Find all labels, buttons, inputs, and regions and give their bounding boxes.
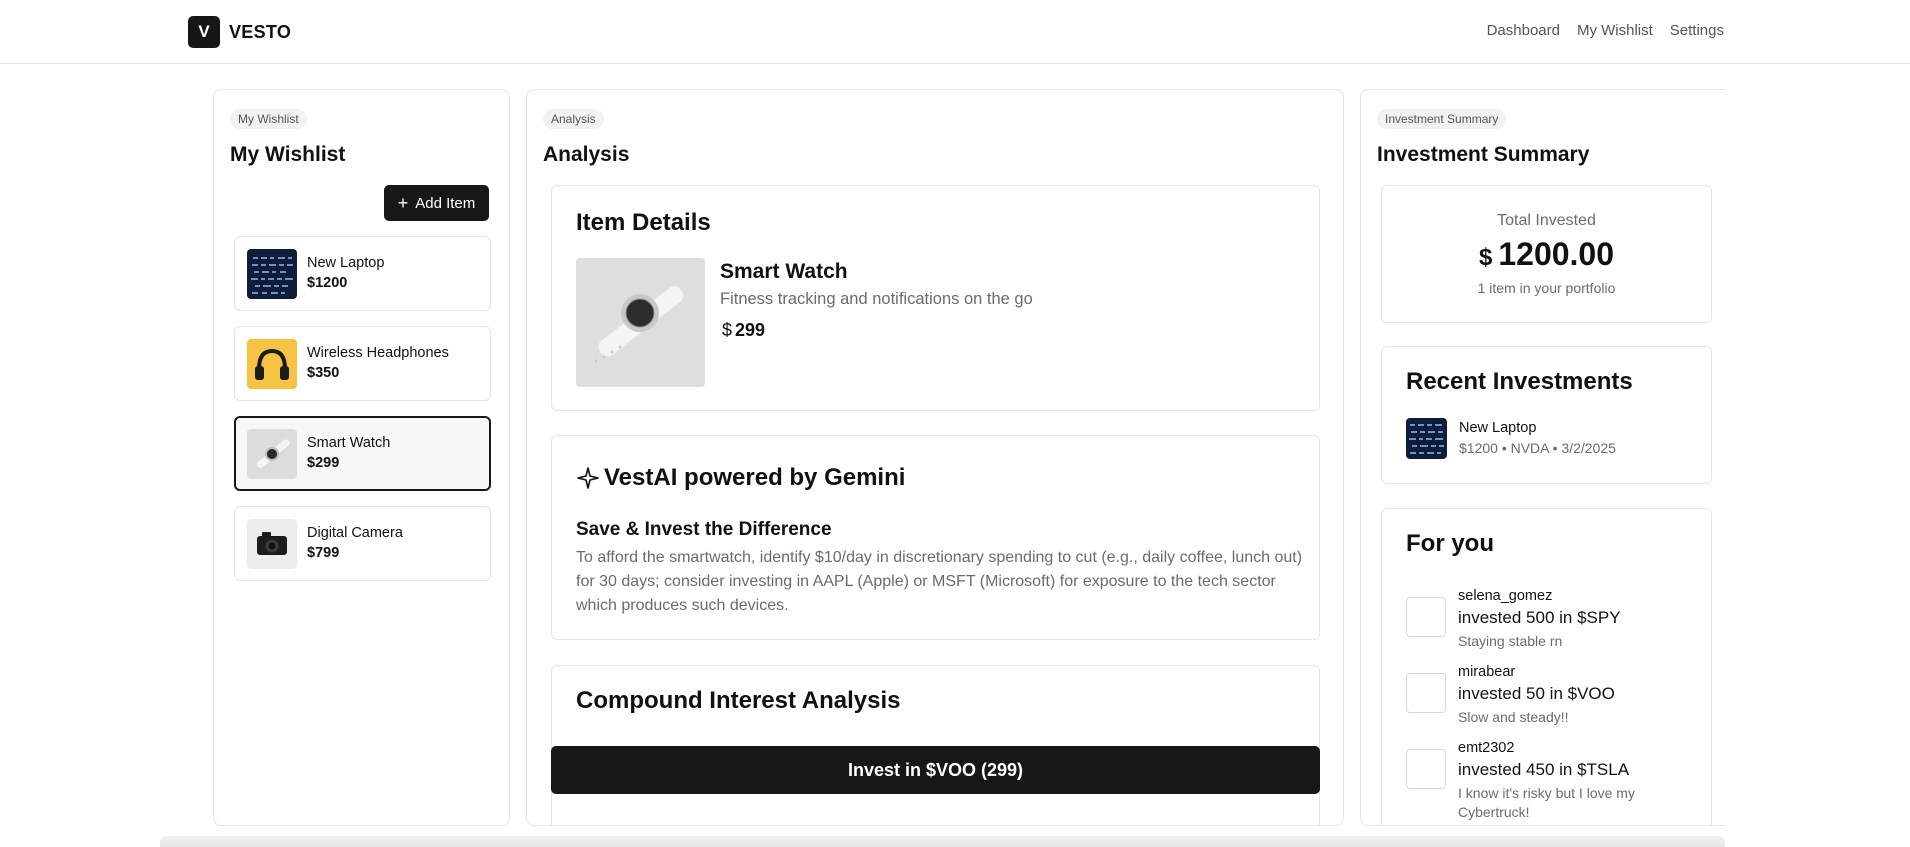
brand[interactable]: V VESTO — [188, 16, 291, 48]
wishlist-item-name: Digital Camera — [307, 525, 403, 541]
feed-note: I know it's risky but I love my Cybertru… — [1458, 785, 1635, 820]
add-item-button[interactable]: + Add Item — [384, 185, 489, 221]
feed-item[interactable]: emt2302 invested 450 in $TSLA I know it'… — [1406, 740, 1696, 820]
feed-note: Staying stable rn — [1458, 633, 1563, 649]
for-you-card: For you selena_gomez invested 500 in $SP… — [1381, 508, 1712, 825]
sparkle-icon — [576, 466, 600, 490]
wishlist-item-name: Wireless Headphones — [307, 345, 449, 361]
total-invested-amount: 1200.00 — [1498, 236, 1615, 272]
wishlist-item-name: New Laptop — [307, 255, 385, 271]
feed-item[interactable]: selena_gomez invested 500 in $SPY Stayin… — [1406, 588, 1696, 665]
portfolio-count-note: 1 item in your portfolio — [1477, 280, 1616, 296]
feed-username: emt2302 — [1458, 740, 1515, 756]
wishlist-item-price: $299 — [307, 455, 340, 471]
laptop-image — [247, 249, 297, 299]
wishlist-item-price: $350 — [307, 365, 340, 381]
vestai-recommendation: To afford the smartwatch, identify $10/d… — [576, 549, 1303, 614]
top-navbar: V VESTO Dashboard My Wishlist Settings — [0, 0, 1910, 64]
top-nav-links: Dashboard My Wishlist Settings — [1487, 22, 1724, 39]
avatar — [1406, 597, 1446, 637]
avatar — [1406, 749, 1446, 789]
total-invested-card: Total Invested $ 1200.00 1 item in your … — [1381, 185, 1712, 323]
wishlist-item-price: $799 — [307, 545, 340, 561]
vestai-heading-text: VestAI powered by Gemini — [604, 464, 906, 491]
wishlist-item-price: $1200 — [307, 275, 348, 291]
total-invested-value: $ 1200.00 — [1382, 236, 1711, 273]
laptop-image — [1406, 418, 1447, 459]
summary-title: Investment Summary — [1377, 143, 1590, 166]
vestai-card: VestAI powered by Gemini Save & Invest t… — [551, 435, 1320, 640]
recent-investment-meta: $1200 • NVDA • 3/2/2025 — [1459, 440, 1616, 456]
wishlist-pill: My Wishlist — [230, 109, 307, 129]
wishlist-panel: My Wishlist My Wishlist + Add Item New L… — [213, 89, 510, 826]
plus-icon: + — [397, 193, 409, 213]
item-price: $299 — [722, 320, 765, 341]
wishlist-item-wireless-headphones[interactable]: Wireless Headphones $350 — [234, 326, 491, 401]
vestai-heading: VestAI powered by Gemini — [576, 464, 905, 492]
item-price-value: 299 — [735, 320, 766, 340]
smartwatch-product-image — [576, 258, 705, 387]
total-invested-label: Total Invested — [1497, 212, 1596, 229]
nav-my-wishlist-link[interactable]: My Wishlist — [1577, 22, 1653, 39]
recent-investments-heading: Recent Investments — [1406, 368, 1633, 395]
wishlist-item-smart-watch[interactable]: Smart Watch $299 — [234, 416, 491, 491]
item-details-card: Item Details Smart Watch Fitness trackin… — [551, 185, 1320, 411]
currency-symbol: $ — [1478, 244, 1493, 271]
feed-action: invested 50 in $VOO — [1458, 684, 1615, 703]
for-you-heading: For you — [1406, 530, 1494, 557]
invest-button[interactable]: Invest in $VOO (299) — [551, 746, 1320, 794]
item-name: Smart Watch — [720, 260, 848, 283]
vestai-subheading: Save & Invest the Difference — [576, 519, 832, 540]
item-description: Fitness tracking and notifications on th… — [720, 290, 1033, 308]
headphones-image — [247, 339, 297, 389]
summary-pill: Investment Summary — [1377, 109, 1507, 129]
recent-investments-card: Recent Investments New Laptop $1200 • NV… — [1381, 346, 1712, 484]
compound-interest-heading: Compound Interest Analysis — [576, 687, 901, 714]
wishlist-title: My Wishlist — [230, 143, 346, 166]
feed-note: Slow and steady!! — [1458, 709, 1569, 725]
feed-item[interactable]: mirabear invested 50 in $VOO Slow and st… — [1406, 664, 1696, 741]
nav-settings-link[interactable]: Settings — [1670, 22, 1724, 39]
feed-action: invested 500 in $SPY — [1458, 608, 1621, 627]
wishlist-item-name: Smart Watch — [307, 435, 391, 451]
camera-image — [247, 519, 297, 569]
page-bottom-edge — [160, 836, 1725, 847]
feed-username: selena_gomez — [1458, 588, 1553, 604]
brand-logo: V — [188, 16, 220, 48]
avatar — [1406, 673, 1446, 713]
wishlist-item-digital-camera[interactable]: Digital Camera $799 — [234, 506, 491, 581]
wishlist-item-new-laptop[interactable]: New Laptop $1200 — [234, 236, 491, 311]
smartwatch-image — [247, 429, 297, 479]
nav-dashboard-link[interactable]: Dashboard — [1487, 22, 1560, 39]
analysis-panel: Analysis Analysis Item Details Smart Wat… — [526, 89, 1344, 826]
recent-investment-name: New Laptop — [1459, 420, 1537, 436]
brand-name: VESTO — [229, 21, 292, 42]
item-details-heading: Item Details — [576, 209, 711, 236]
investment-summary-panel: Investment Summary Investment Summary To… — [1360, 89, 1724, 826]
feed-action: invested 450 in $TSLA — [1458, 760, 1630, 779]
add-item-label: Add Item — [415, 194, 476, 212]
feed-username: mirabear — [1458, 664, 1516, 680]
currency-symbol: $ — [722, 320, 733, 340]
analysis-title: Analysis — [543, 143, 630, 166]
analysis-pill: Analysis — [543, 109, 604, 129]
